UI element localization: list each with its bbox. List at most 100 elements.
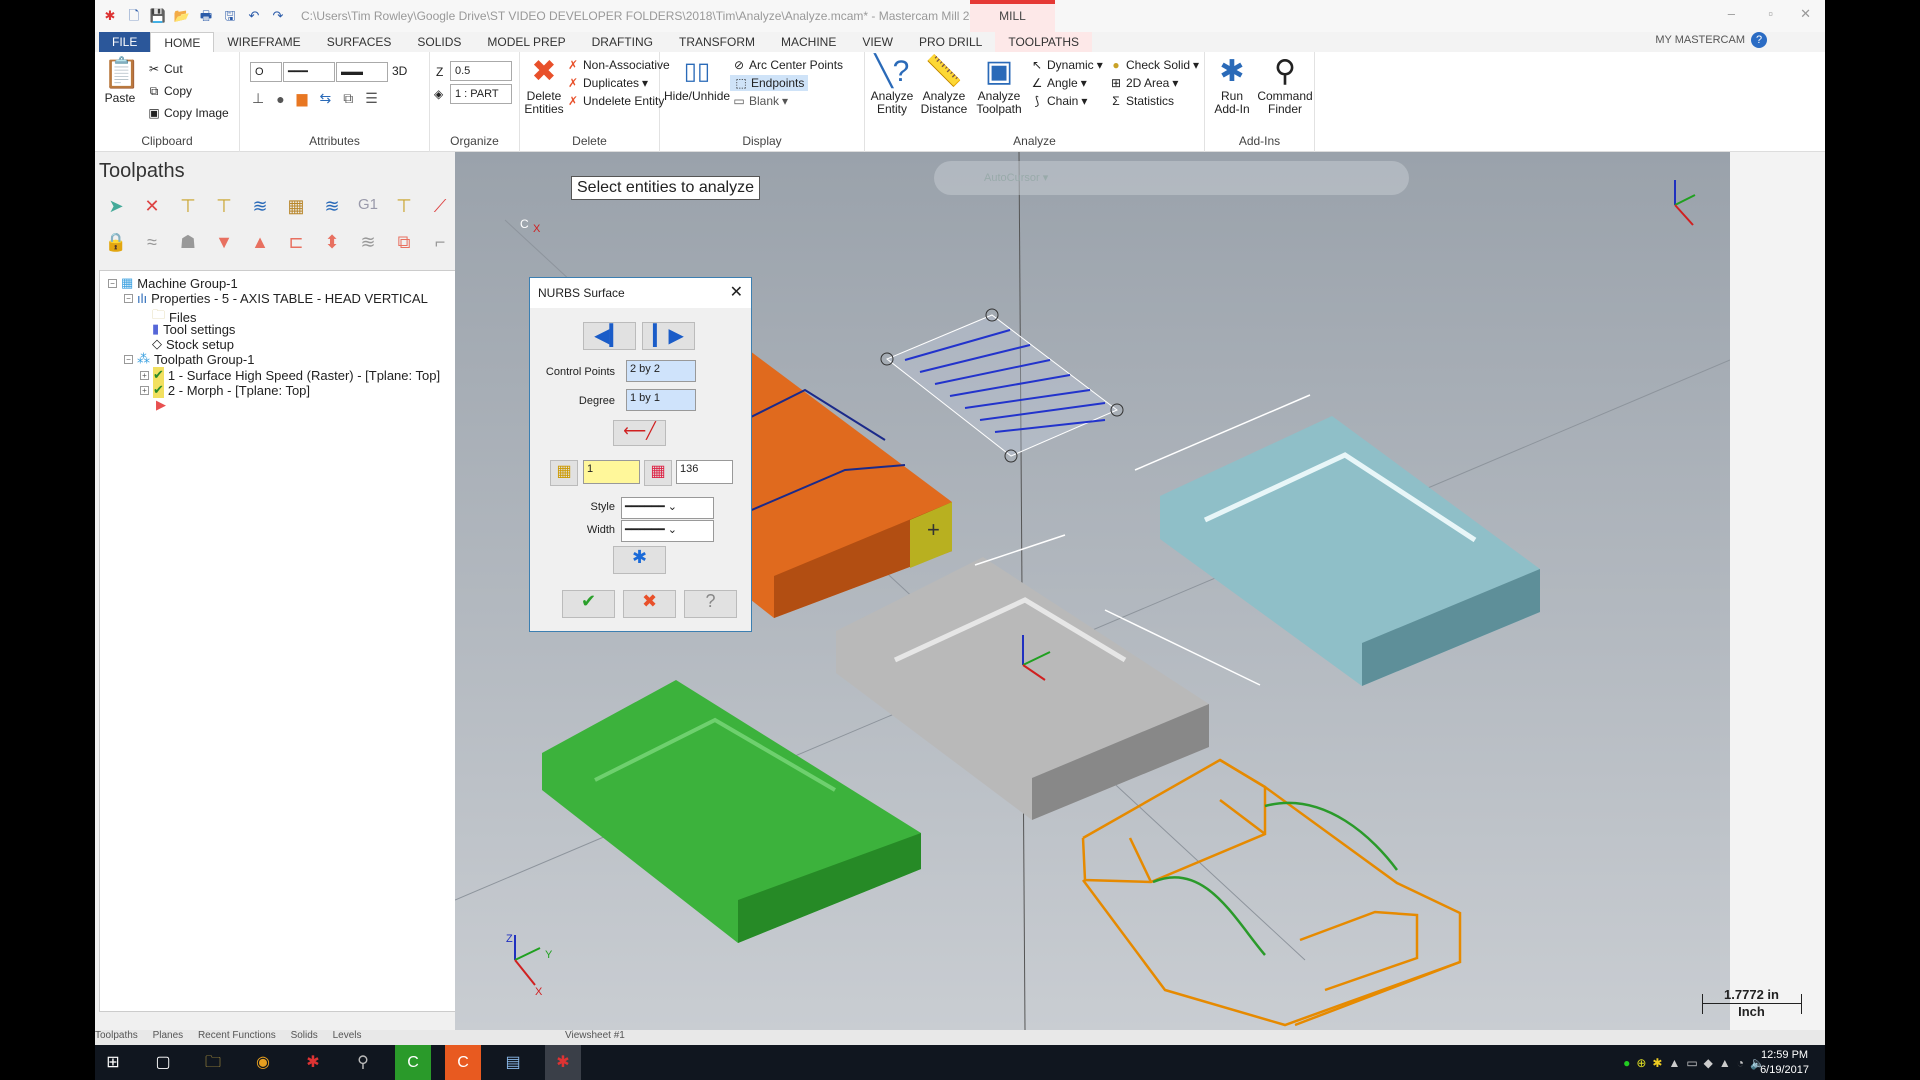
expand-icon[interactable]: + xyxy=(140,370,149,380)
solid-color-icon[interactable]: ▆ xyxy=(297,90,308,107)
stock-icon[interactable]: ⧉ xyxy=(391,232,417,253)
close-button[interactable]: ✕ xyxy=(1800,6,1811,22)
tab-recent-functions[interactable]: Recent Functions xyxy=(198,1030,276,1041)
tab-model-prep[interactable]: MODEL PREP xyxy=(474,32,578,52)
delete-toolpath-icon[interactable]: ⟋ xyxy=(427,196,453,222)
tree-tool-settings[interactable]: ▮ Tool settings xyxy=(152,321,235,337)
help-icon[interactable]: ? xyxy=(1751,32,1767,48)
level-icon-button[interactable]: ▦ xyxy=(550,460,578,486)
high-feed-icon[interactable]: ⊤ xyxy=(391,196,417,222)
color-input[interactable]: 136 xyxy=(676,460,733,484)
clock[interactable]: 12:59 PM 6/19/2017 xyxy=(1760,1048,1809,1078)
style-select[interactable]: ━━━━━━ ⌄ xyxy=(621,497,714,519)
set-main-icon[interactable]: ⇆ xyxy=(319,90,331,107)
deselect-icon[interactable]: ✕ xyxy=(139,196,165,222)
tree-stock-setup[interactable]: ◇ Stock setup xyxy=(152,336,234,352)
ghost-icon[interactable]: ☗ xyxy=(175,232,201,253)
viewsheet-tab[interactable]: Viewsheet #1 xyxy=(565,1030,625,1041)
undelete-entity-button[interactable]: ✗ Undelete Entity xyxy=(566,94,664,108)
copy-image-button[interactable]: ▣ Copy Image xyxy=(147,106,228,120)
backplot-icon[interactable]: ≋ xyxy=(247,196,273,222)
restore-button[interactable]: ▫ xyxy=(1768,6,1773,21)
help-button[interactable]: ? xyxy=(684,590,737,618)
open-icon[interactable]: 📂 xyxy=(173,8,191,24)
lock-icon[interactable]: 🔒 xyxy=(103,232,129,253)
level-select[interactable]: 1 : PART xyxy=(450,84,512,104)
tab-transform[interactable]: TRANSFORM xyxy=(666,32,768,52)
tab-machine[interactable]: MACHINE xyxy=(768,32,849,52)
3d-mode-toggle[interactable]: 3D xyxy=(392,64,407,78)
scroll-arrow-icon[interactable]: ⬍ xyxy=(319,232,345,253)
chrome-icon[interactable]: ◉ xyxy=(245,1045,281,1080)
redo-icon[interactable]: ↷ xyxy=(269,8,287,24)
select-toolpath-icon[interactable]: ≋ xyxy=(355,232,381,253)
set-all-icon[interactable]: ⧉ xyxy=(343,90,353,107)
mastercam-2018-icon[interactable]: ✱ xyxy=(545,1045,581,1080)
select-all-icon[interactable]: ➤ xyxy=(103,196,129,222)
tray-display-icon[interactable]: ▭ xyxy=(1686,1056,1697,1070)
chain-button[interactable]: ⟆ Chain ▾ xyxy=(1030,94,1088,108)
tray-drive-icon[interactable]: ▲ xyxy=(1719,1056,1731,1070)
print-icon[interactable]: 🖶 xyxy=(197,8,215,24)
tool-icon[interactable]: ⌐ xyxy=(427,232,453,253)
tab-home[interactable]: HOME xyxy=(150,32,215,52)
tab-toolpaths-panel[interactable]: Toolpaths xyxy=(95,1030,138,1041)
tray-sun-icon[interactable]: ✱ xyxy=(1652,1056,1662,1070)
copy-button[interactable]: ⧉ Copy xyxy=(147,84,192,98)
my-mastercam-link[interactable]: MY MASTERCAM xyxy=(1655,34,1745,46)
tree-properties[interactable]: − ılı Properties - 5 - AXIS TABLE - HEAD V… xyxy=(124,291,428,306)
color-icon-button[interactable]: ▦ xyxy=(644,460,672,486)
point-style-select[interactable]: O xyxy=(250,62,282,82)
tab-levels[interactable]: Levels xyxy=(333,1030,362,1041)
tree-toolpath-1[interactable]: + ✔ 1 - Surface High Speed (Raster) - [Tpl… xyxy=(140,367,440,383)
endpoints-button[interactable]: ⬚ Endpoints xyxy=(730,75,809,91)
tray-shield-icon[interactable]: ◆ xyxy=(1704,1056,1713,1070)
tab-file[interactable]: FILE xyxy=(99,32,151,52)
run-addin-button[interactable]: ✱ Run Add-In xyxy=(1209,54,1255,116)
2d-area-button[interactable]: ⊞ 2D Area ▾ xyxy=(1109,76,1178,90)
tab-solids[interactable]: SOLIDS xyxy=(404,32,474,52)
blank-button[interactable]: ▭ Blank ▾ xyxy=(732,94,788,108)
regenerate-icon[interactable]: ⊤ xyxy=(175,196,201,222)
tray-add-icon[interactable]: ⊕ xyxy=(1636,1056,1646,1070)
save-icon[interactable]: 💾 xyxy=(149,8,167,24)
analyze-distance-button[interactable]: 📏 Analyze Distance xyxy=(919,54,969,116)
tray-app-icon[interactable]: ● xyxy=(1623,1056,1630,1070)
simulate-icon[interactable]: ≋ xyxy=(319,196,345,222)
checkbox-icon[interactable]: ✔ xyxy=(153,367,164,383)
minimize-button[interactable]: – xyxy=(1728,6,1735,21)
tab-solids-panel[interactable]: Solids xyxy=(291,1030,318,1041)
save-as-icon[interactable]: 🖫 xyxy=(221,8,239,24)
task-view-icon[interactable]: ▢ xyxy=(145,1045,181,1080)
previous-entity-button[interactable]: ◀▎ xyxy=(583,322,636,350)
mastercam-icon[interactable]: ✱ xyxy=(295,1045,331,1080)
cancel-button[interactable]: ✖ xyxy=(623,590,676,618)
z-depth-input[interactable]: 0.5 xyxy=(450,61,512,81)
dynamic-button[interactable]: ↖ Dynamic ▾ xyxy=(1030,58,1103,72)
collapse-icon[interactable]: − xyxy=(124,354,133,364)
tree-machine-group[interactable]: − ▦ Machine Group-1 xyxy=(108,275,238,291)
camtasia-recorder-icon[interactable]: C xyxy=(445,1045,481,1080)
line-style-select[interactable]: ━━━ xyxy=(283,62,335,82)
tab-view[interactable]: VIEW xyxy=(849,32,906,52)
next-entity-button[interactable]: ▎▶ xyxy=(642,322,695,350)
ok-button[interactable]: ✔ xyxy=(562,590,615,618)
duplicates-button[interactable]: ✗ Duplicates ▾ xyxy=(566,76,648,90)
tab-toolpaths[interactable]: TOOLPATHS xyxy=(995,32,1093,52)
select-all-button[interactable]: ✱ xyxy=(613,546,666,574)
statistics-button[interactable]: Σ Statistics xyxy=(1109,94,1174,108)
tab-drafting[interactable]: DRAFTING xyxy=(579,32,666,52)
search-tool-icon[interactable]: ⚲ xyxy=(345,1045,381,1080)
post-g1-icon[interactable]: G1 xyxy=(355,196,381,222)
delete-entities-button[interactable]: ✖ Delete Entities xyxy=(524,54,564,116)
non-associative-button[interactable]: ✗ Non-Associative xyxy=(566,58,670,72)
analyze-toolpath-button[interactable]: ▣ Analyze Toolpath xyxy=(973,54,1025,116)
hide-unhide-button[interactable]: ▯▯ Hide/Unhide xyxy=(664,54,730,103)
command-finder-button[interactable]: ⚲ Command Finder xyxy=(1257,54,1313,116)
level-input[interactable]: 1 xyxy=(583,460,640,484)
line-color-icon[interactable]: ● xyxy=(276,91,284,107)
new-file-icon[interactable]: 🗋 xyxy=(125,8,143,24)
insert-arrow-icon[interactable]: ⊏ xyxy=(283,232,309,253)
tree-toolpath-group[interactable]: − ⁂ Toolpath Group-1 xyxy=(124,351,254,367)
dialog-close-icon[interactable]: ✕ xyxy=(730,278,743,308)
